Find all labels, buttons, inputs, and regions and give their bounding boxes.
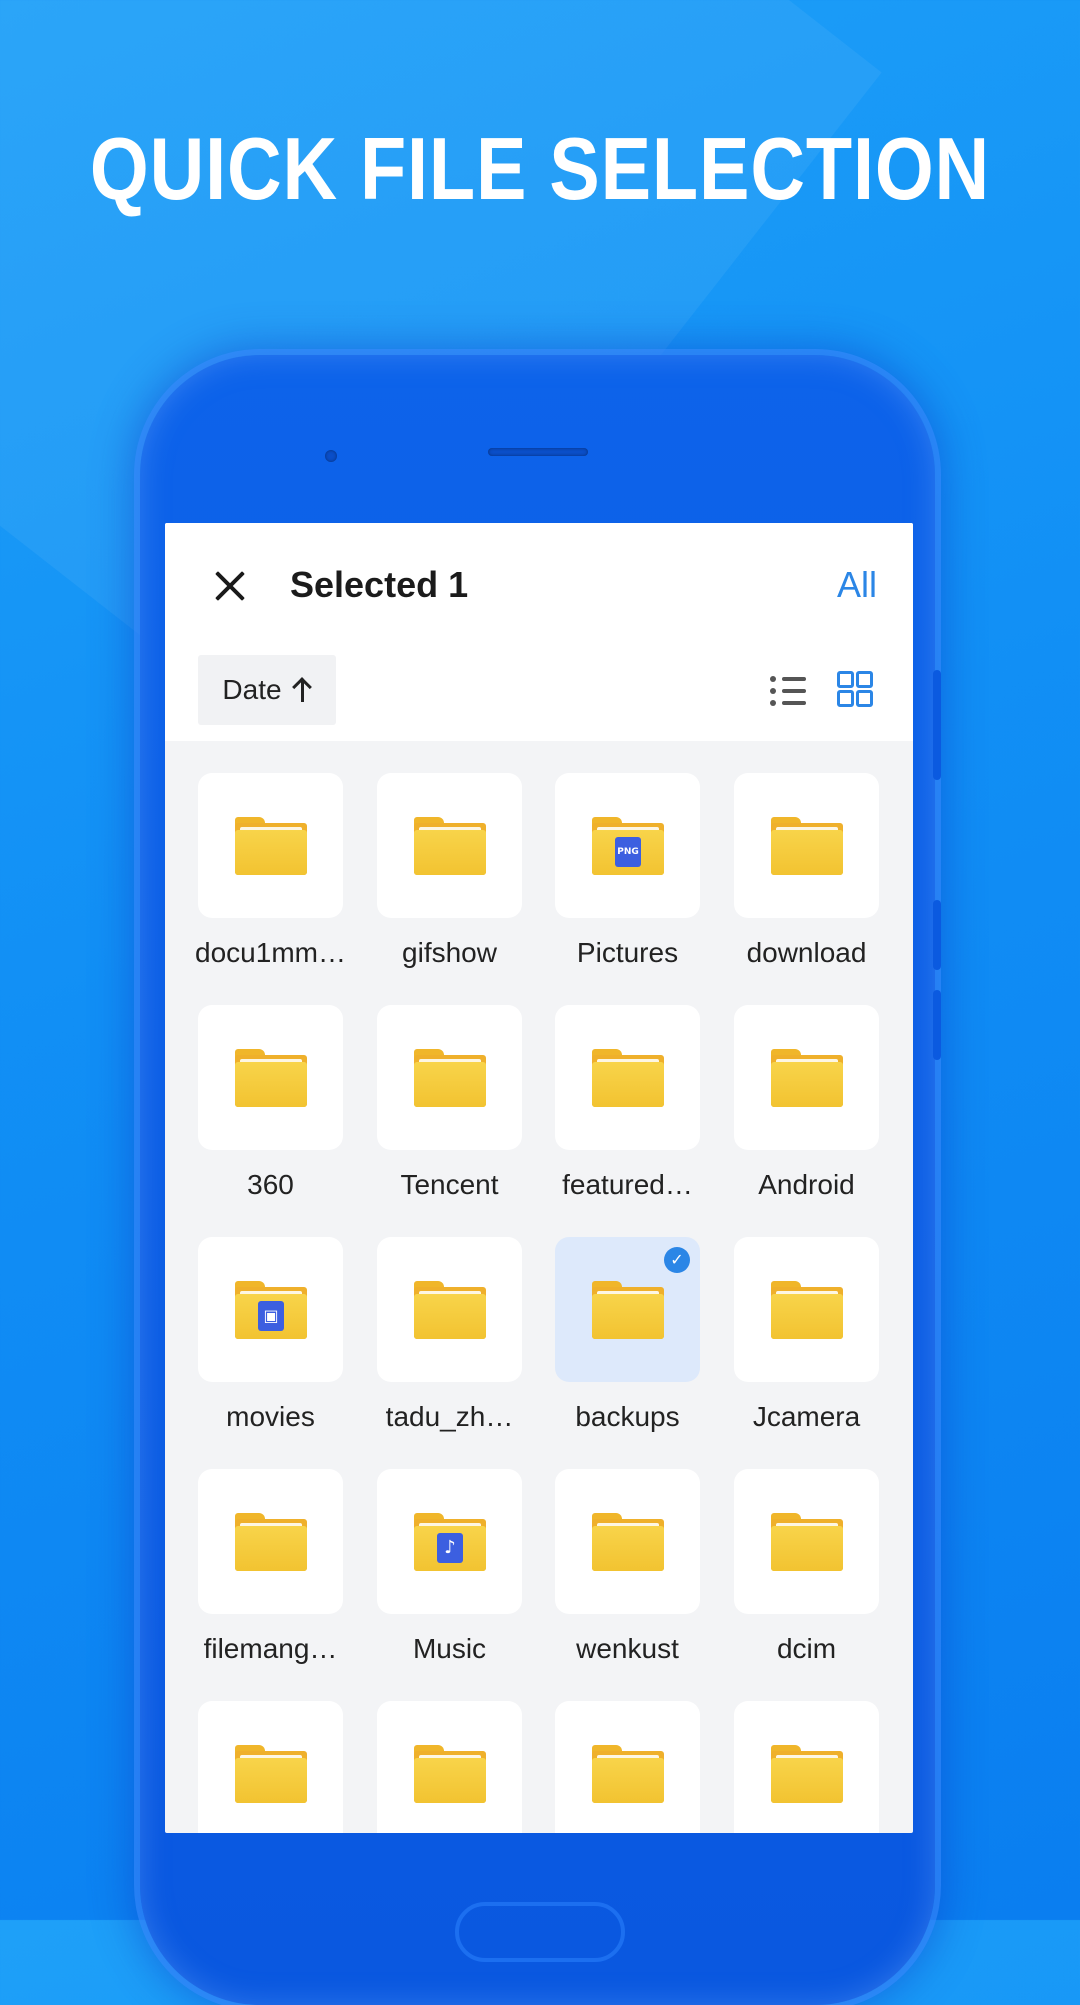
select-all-button[interactable]: All (837, 558, 877, 612)
folder-icon: ♪ (414, 1513, 486, 1571)
folder-icon (771, 1513, 843, 1571)
folder-card (734, 1005, 879, 1150)
png-badge-icon: PNG (615, 837, 641, 867)
folder-card (555, 1701, 700, 1833)
folder-label: download (746, 937, 867, 968)
folder-label: Music (412, 1633, 487, 1664)
folder-card (734, 773, 879, 918)
folder-icon (235, 1513, 307, 1571)
folder-icon (414, 1745, 486, 1803)
folder-card (377, 1701, 522, 1833)
folder-icon (592, 1745, 664, 1803)
folder-label: tadu_zh… (385, 1401, 514, 1432)
folder-card: ✓ (555, 1237, 700, 1382)
home-button (455, 1902, 625, 1962)
list-view-icon[interactable] (770, 673, 806, 709)
earpiece-speaker (488, 448, 588, 456)
checkmark-icon: ✓ (664, 1247, 690, 1273)
folder-icon (235, 1745, 307, 1803)
folder-card (377, 1237, 522, 1382)
folder-card: PNG (555, 773, 700, 918)
music-badge-icon: ♪ (437, 1533, 463, 1563)
folder-label: dcim (776, 1633, 837, 1664)
folder-icon (414, 1049, 486, 1107)
video-badge-icon: ▣ (258, 1301, 284, 1331)
folder-card (555, 1469, 700, 1614)
folder-card (198, 1469, 343, 1614)
folder-label: movies (226, 1401, 315, 1432)
folder-icon (592, 1049, 664, 1107)
folder-icon (235, 817, 307, 875)
folder-icon (771, 1281, 843, 1339)
close-icon[interactable] (205, 561, 255, 611)
folder-card (377, 773, 522, 918)
folder-icon: ▣ (235, 1281, 307, 1339)
sort-button[interactable]: Date (198, 655, 336, 725)
folder-card (734, 1469, 879, 1614)
folder-card (555, 1005, 700, 1150)
folder-card: ▣ (198, 1237, 343, 1382)
front-camera (325, 450, 337, 462)
folder-label: gifshow (402, 937, 497, 968)
folder-label: backups (575, 1401, 680, 1432)
selection-toolbar: Selected 1 All Date (165, 523, 913, 741)
folder-icon: PNG (592, 817, 664, 875)
grid-view-icon[interactable] (837, 671, 873, 707)
folder-icon (771, 1049, 843, 1107)
folder-icon (592, 1513, 664, 1571)
folder-label: Tencent (400, 1169, 499, 1200)
folder-label: Pictures (576, 937, 679, 968)
folder-label: docu1mm… (195, 937, 346, 968)
folder-card (734, 1701, 879, 1833)
folder-card (198, 1701, 343, 1833)
folder-icon (771, 1745, 843, 1803)
folder-icon (592, 1281, 664, 1339)
folder-icon (414, 817, 486, 875)
folder-label: 360 (247, 1169, 294, 1200)
folder-label: Android (758, 1169, 855, 1200)
headline: QUICK FILE SELECTION (89, 119, 991, 218)
folder-card (734, 1237, 879, 1382)
page-title: Selected 1 (290, 564, 469, 605)
phone-side-button (933, 990, 941, 1060)
folder-card: ♪ (377, 1469, 522, 1614)
folder-label: filemang… (203, 1633, 338, 1664)
folder-icon (414, 1281, 486, 1339)
folder-icon (235, 1049, 307, 1107)
phone-side-button (933, 900, 941, 970)
sort-label: Date (222, 674, 282, 705)
folder-label: wenkust (576, 1633, 679, 1664)
folder-label: featured… (562, 1169, 693, 1200)
arrow-up-icon (292, 677, 312, 703)
phone-side-button (933, 670, 941, 780)
phone-screen: Selected 1 All Date docu1mm… gifshow PNG Pi… (165, 523, 913, 1833)
folder-label: Jcamera (752, 1401, 861, 1432)
folder-card (198, 773, 343, 918)
folder-card (198, 1005, 343, 1150)
folder-card (377, 1005, 522, 1150)
folder-icon (771, 817, 843, 875)
